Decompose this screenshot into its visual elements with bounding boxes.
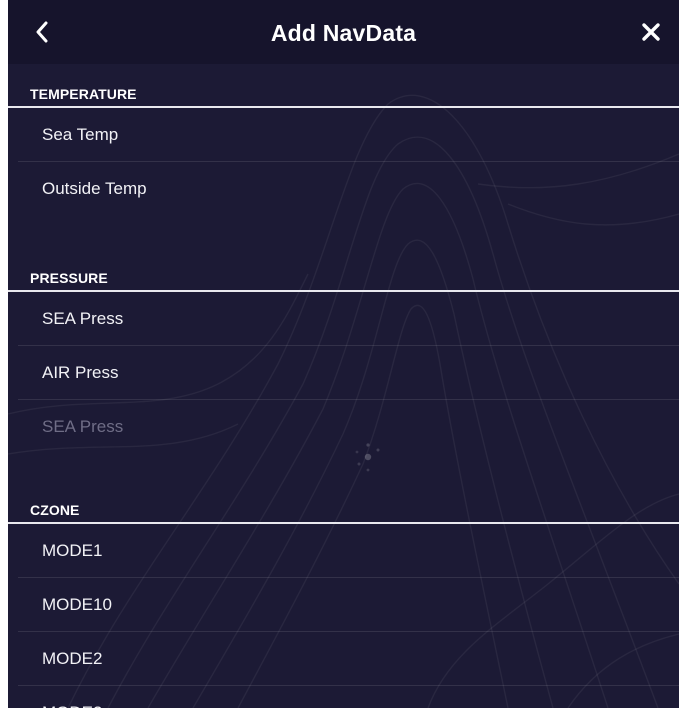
close-icon xyxy=(642,23,660,41)
list-item-sea-press-disabled: SEA Press xyxy=(42,417,124,436)
section-header-czone: CZONE xyxy=(8,480,679,524)
list-item-mode10[interactable]: MODE10 xyxy=(8,578,679,632)
chevron-left-icon xyxy=(36,21,48,43)
list-item-sea-temp[interactable]: Sea Temp xyxy=(8,108,679,162)
list-item-sea-press[interactable]: SEA Press xyxy=(8,292,679,346)
close-button[interactable] xyxy=(631,14,671,50)
page-title: Add NavData xyxy=(270,20,417,46)
title-bar: Add NavData xyxy=(8,0,679,64)
list-item-mode2[interactable]: MODE2 xyxy=(8,632,679,686)
section-header-pressure: PRESSURE xyxy=(8,248,679,292)
list-item-mode1[interactable]: MODE1 xyxy=(8,524,679,578)
section-header-temperature: TEMPERATURE xyxy=(8,64,679,108)
back-button[interactable] xyxy=(22,14,62,50)
navdata-list: TEMPERATURE Sea Temp Outside Temp PRESSU… xyxy=(8,64,679,708)
list-item-outside-temp[interactable]: Outside Temp xyxy=(8,162,679,216)
loading-spinner-icon xyxy=(355,443,380,472)
list-item-mode3[interactable]: MODE3 xyxy=(8,686,679,708)
add-navdata-dialog: Add NavData TEMPERATURE Sea Temp Outside… xyxy=(8,0,679,708)
list-item-air-press[interactable]: AIR Press xyxy=(8,346,679,400)
